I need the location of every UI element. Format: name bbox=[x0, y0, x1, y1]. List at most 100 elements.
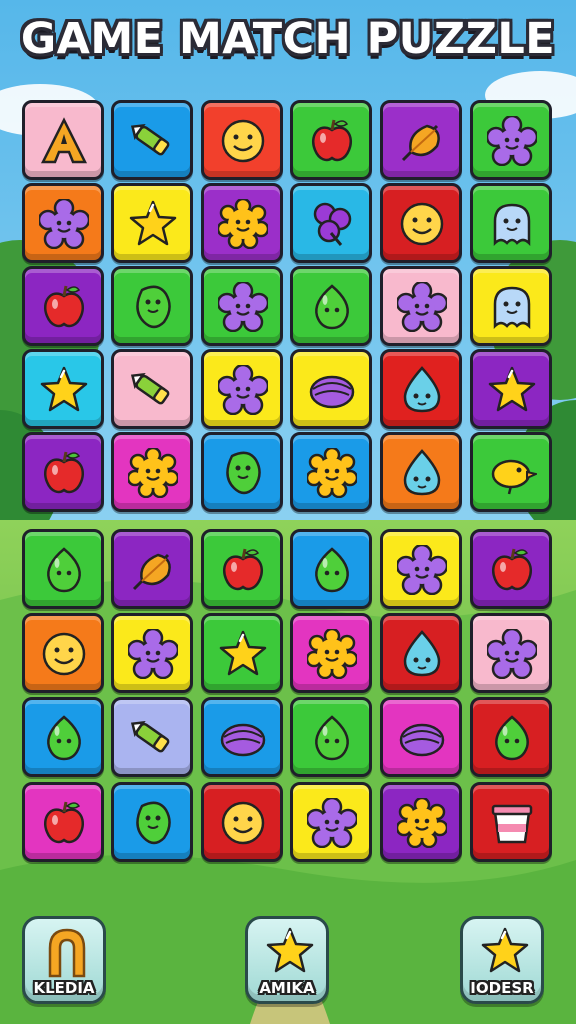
game-tile[interactable] bbox=[290, 782, 372, 862]
flower-face-icon bbox=[307, 798, 357, 848]
game-tile[interactable] bbox=[470, 432, 552, 512]
game-tile[interactable] bbox=[470, 183, 552, 263]
game-tile[interactable] bbox=[380, 349, 462, 429]
flower-face-icon bbox=[218, 365, 268, 415]
game-tile[interactable] bbox=[470, 529, 552, 609]
game-tile[interactable] bbox=[380, 529, 462, 609]
leaf-drop-icon bbox=[315, 715, 349, 761]
game-tile[interactable] bbox=[380, 697, 462, 777]
game-tile[interactable] bbox=[290, 529, 372, 609]
shell-icon bbox=[399, 723, 445, 757]
ghost-blob-icon bbox=[493, 286, 531, 330]
apple-icon bbox=[312, 119, 352, 162]
smiley-face-icon bbox=[221, 801, 265, 845]
bottom-button-amika[interactable]: AMIKA bbox=[245, 916, 329, 1004]
game-tile[interactable] bbox=[201, 613, 283, 693]
game-tile[interactable] bbox=[290, 432, 372, 512]
magnet-icon bbox=[48, 928, 86, 978]
droplet-face-icon bbox=[403, 449, 441, 496]
game-tile[interactable] bbox=[22, 782, 104, 862]
smiley-face-icon bbox=[42, 632, 86, 676]
game-tile[interactable] bbox=[111, 349, 193, 429]
cup-icon bbox=[491, 804, 533, 844]
game-tile[interactable] bbox=[111, 529, 193, 609]
game-tile[interactable] bbox=[22, 183, 104, 263]
game-tile[interactable] bbox=[201, 183, 283, 263]
game-tile[interactable] bbox=[201, 266, 283, 346]
bean-face-icon bbox=[136, 801, 171, 845]
game-tile[interactable] bbox=[201, 697, 283, 777]
game-tile[interactable] bbox=[22, 100, 104, 180]
game-tile[interactable] bbox=[111, 613, 193, 693]
game-tile[interactable] bbox=[290, 266, 372, 346]
leaf-drop-icon bbox=[315, 284, 349, 330]
game-tile[interactable] bbox=[470, 266, 552, 346]
game-tile[interactable] bbox=[22, 266, 104, 346]
smiley-face-icon bbox=[221, 119, 265, 163]
game-tile[interactable] bbox=[201, 529, 283, 609]
game-tile[interactable] bbox=[22, 613, 104, 693]
game-tile[interactable] bbox=[201, 782, 283, 862]
crayon-icon bbox=[130, 720, 170, 753]
game-tile[interactable] bbox=[290, 100, 372, 180]
star-icon bbox=[488, 366, 536, 412]
game-tile[interactable] bbox=[380, 100, 462, 180]
sun-face-icon bbox=[307, 448, 357, 498]
crayon-icon bbox=[130, 372, 170, 405]
droplet-face-icon bbox=[403, 630, 441, 677]
clover-icon bbox=[313, 202, 352, 246]
leaf-icon bbox=[132, 553, 171, 591]
game-tile[interactable] bbox=[201, 349, 283, 429]
sun-face-icon bbox=[128, 448, 178, 498]
game-tile[interactable] bbox=[470, 613, 552, 693]
shell-icon bbox=[220, 723, 266, 757]
apple-icon bbox=[44, 285, 84, 328]
game-tile[interactable] bbox=[380, 432, 462, 512]
game-tile[interactable] bbox=[380, 613, 462, 693]
game-tile[interactable] bbox=[111, 266, 193, 346]
button-label: KLEDIA bbox=[33, 979, 95, 997]
star-icon bbox=[219, 630, 267, 676]
game-tile[interactable] bbox=[201, 100, 283, 180]
game-tile[interactable] bbox=[22, 432, 104, 512]
game-tile[interactable] bbox=[290, 183, 372, 263]
bean-face-icon bbox=[226, 451, 261, 495]
game-tile[interactable] bbox=[111, 183, 193, 263]
sun-face-icon bbox=[397, 798, 447, 848]
game-tile[interactable] bbox=[290, 349, 372, 429]
puzzle-board bbox=[0, 0, 576, 1024]
leaf-drop-icon bbox=[47, 547, 81, 593]
game-tile[interactable] bbox=[290, 613, 372, 693]
crayon-icon bbox=[130, 123, 170, 156]
leaf-icon bbox=[401, 124, 440, 162]
smiley-face-icon bbox=[400, 202, 444, 246]
game-tile[interactable] bbox=[201, 432, 283, 512]
game-tile[interactable] bbox=[380, 782, 462, 862]
game-tile[interactable] bbox=[470, 697, 552, 777]
apple-icon bbox=[44, 801, 84, 844]
game-tile[interactable] bbox=[380, 266, 462, 346]
star-icon bbox=[481, 927, 529, 973]
button-label: AMIKA bbox=[259, 979, 315, 997]
star-icon bbox=[266, 927, 314, 973]
star-icon bbox=[40, 366, 88, 412]
game-tile[interactable] bbox=[111, 697, 193, 777]
game-tile[interactable] bbox=[111, 782, 193, 862]
game-tile[interactable] bbox=[22, 349, 104, 429]
game-tile[interactable] bbox=[111, 432, 193, 512]
bottom-button-iodesr[interactable]: IODESR bbox=[460, 916, 544, 1004]
bottom-button-kledia[interactable]: KLEDIA bbox=[22, 916, 106, 1004]
game-tile[interactable] bbox=[111, 100, 193, 180]
game-tile[interactable] bbox=[22, 697, 104, 777]
game-tile[interactable] bbox=[470, 782, 552, 862]
leaf-drop-icon bbox=[315, 547, 349, 593]
game-tile[interactable] bbox=[290, 697, 372, 777]
game-tile[interactable] bbox=[470, 100, 552, 180]
game-tile[interactable] bbox=[22, 529, 104, 609]
sun-face-icon bbox=[218, 199, 268, 249]
droplet-face-icon bbox=[403, 366, 441, 413]
leaf-drop-icon bbox=[495, 715, 529, 761]
game-tile[interactable] bbox=[470, 349, 552, 429]
game-tile[interactable] bbox=[380, 183, 462, 263]
flower-face-icon bbox=[128, 629, 178, 679]
